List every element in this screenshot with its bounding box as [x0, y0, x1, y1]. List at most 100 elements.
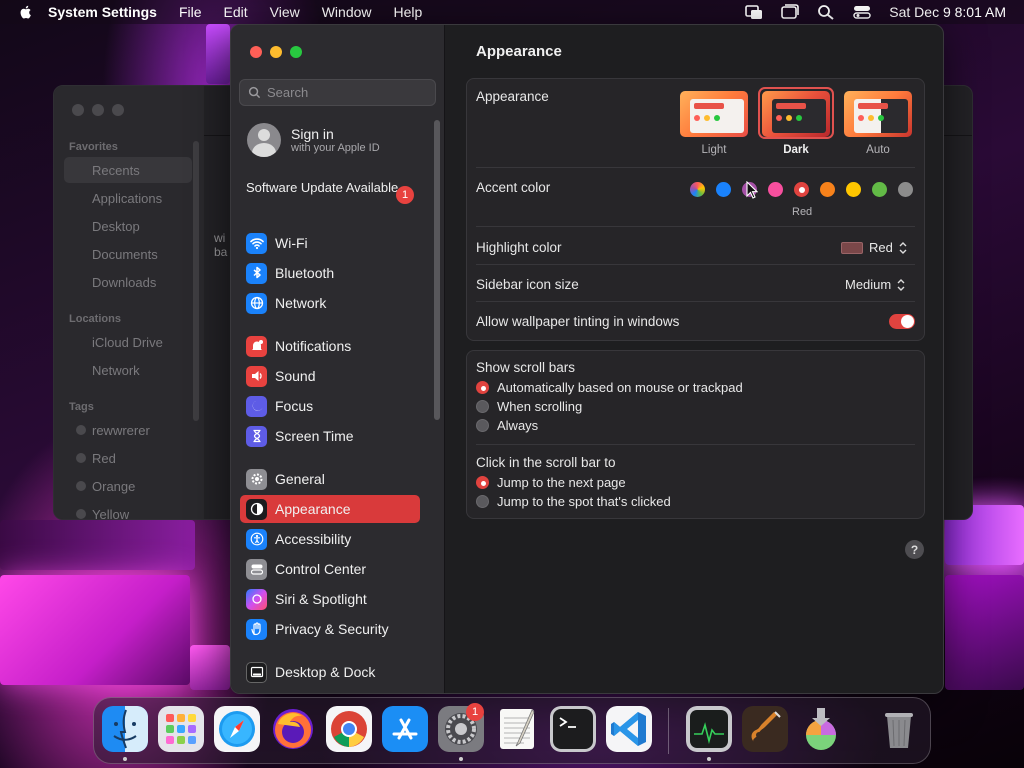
finder-item-label: Documents — [92, 246, 158, 262]
help-button[interactable]: ? — [905, 540, 924, 559]
dock-safari-icon[interactable] — [214, 706, 260, 752]
finder-tag-item[interactable]: Yellow — [64, 501, 192, 520]
software-update-item[interactable]: Software Update Available — [246, 180, 416, 196]
dock-vscode-icon[interactable] — [606, 706, 652, 752]
appearance-light-label: Light — [701, 144, 727, 156]
menu-edit[interactable]: Edit — [224, 4, 248, 20]
appearance-light-option[interactable] — [680, 91, 748, 137]
finder-item-icloud-drive[interactable]: iCloud Drive — [64, 329, 192, 355]
finder-item-network[interactable]: Network — [64, 357, 192, 383]
sidebar-item-bluetooth[interactable]: Bluetooth — [240, 259, 420, 287]
screen-share-icon[interactable] — [745, 4, 763, 20]
appearance-dark-option[interactable] — [762, 91, 830, 137]
finder-sidebar-scrollbar[interactable] — [193, 141, 199, 421]
menu-window[interactable]: Window — [322, 4, 372, 20]
sidebar-item-notifications[interactable]: Notifications — [240, 332, 420, 360]
apple-id-signin[interactable]: Sign in with your Apple ID — [247, 123, 380, 157]
menu-clock[interactable]: Sat Dec 9 8:01 AM — [889, 4, 1006, 20]
sidebar-item-control-center[interactable]: Control Center — [240, 555, 420, 583]
dock-chrome-icon[interactable] — [326, 706, 372, 752]
sidebar-scrollbar[interactable] — [434, 120, 440, 420]
wallpaper-tinting-toggle[interactable] — [889, 314, 915, 329]
finder-item-label: Yellow — [92, 506, 130, 520]
apple-logo-icon[interactable] — [18, 4, 34, 20]
dock-activity-monitor-icon[interactable] — [686, 706, 732, 752]
sidebar-item-sound[interactable]: Sound — [240, 362, 420, 390]
finder-item-recents[interactable]: Recents — [64, 157, 192, 183]
finder-item-label: Desktop — [92, 218, 140, 234]
scroll-bars-option-always[interactable]: Always — [476, 418, 538, 433]
minimize-button[interactable] — [270, 46, 282, 58]
accent-pink-swatch[interactable] — [768, 182, 783, 197]
zoom-button[interactable] — [290, 46, 302, 58]
dock-disk-utility-icon[interactable] — [798, 706, 844, 752]
dock-app-store-icon[interactable] — [382, 706, 428, 752]
accent-orange-swatch[interactable] — [820, 182, 835, 197]
finder-tag-item[interactable]: Orange — [64, 473, 192, 499]
bluetooth-icon — [246, 262, 267, 284]
finder-section-tags: Tags — [69, 401, 94, 413]
sidebar-item-desktop-dock[interactable]: Desktop & Dock — [240, 658, 420, 686]
dock-trash-icon[interactable] — [876, 706, 922, 752]
sidebar-item-privacy-security[interactable]: Privacy & Security — [240, 615, 420, 643]
click-option-next-page[interactable]: Jump to the next page — [476, 475, 626, 490]
appearance-auto-option[interactable] — [844, 91, 912, 137]
dock-finder-icon[interactable] — [102, 706, 148, 752]
spotlight-search-icon[interactable] — [817, 4, 835, 20]
sidebar-item-label: Focus — [275, 398, 314, 414]
accent-red-swatch[interactable] — [794, 182, 809, 197]
sidebar-item-siri-spotlight[interactable]: Siri & Spotlight — [240, 585, 420, 613]
scroll-bars-option-when-scrolling[interactable]: When scrolling — [476, 399, 582, 414]
sidebar-item-label: Wi-Fi — [275, 235, 308, 251]
sidebar-item-screen-time[interactable]: Screen Time — [240, 422, 420, 450]
sidebar-item-general[interactable]: General — [240, 465, 420, 493]
scroll-bars-option-automatic[interactable]: Automatically based on mouse or trackpad — [476, 380, 743, 395]
dock-firefox-icon[interactable] — [270, 706, 316, 752]
highlight-color-popup[interactable]: Red — [841, 240, 908, 255]
finder-item-label: iCloud Drive — [92, 334, 163, 350]
finder-item-applications[interactable]: Applications — [64, 185, 192, 211]
tag-dot-icon — [76, 481, 86, 491]
menu-file[interactable]: File — [179, 4, 202, 20]
accent-multicolor-swatch[interactable] — [690, 182, 705, 197]
finder-item-label: Network — [92, 362, 140, 378]
sidebar-item-focus[interactable]: Focus — [240, 392, 420, 420]
sidebar-item-label: Control Center — [275, 561, 367, 577]
dock-terminal-icon[interactable] — [550, 706, 596, 752]
finder-tag-item[interactable]: Red — [64, 445, 192, 471]
sidebar-item-accessibility[interactable]: Accessibility — [240, 525, 420, 553]
click-option-spot-clicked[interactable]: Jump to the spot that's clicked — [476, 494, 671, 509]
zoom-button[interactable] — [112, 104, 124, 116]
window-switcher-icon[interactable] — [781, 4, 800, 20]
search-input[interactable] — [267, 85, 427, 100]
finder-item-documents[interactable]: Documents — [64, 241, 192, 267]
dock-textedit-icon[interactable] — [494, 706, 540, 752]
preview-bar — [858, 103, 888, 109]
finder-tag-item[interactable]: rewwrerer — [64, 417, 192, 443]
sidebar-item-appearance[interactable]: Appearance — [240, 495, 420, 523]
minimize-button[interactable] — [92, 104, 104, 116]
accent-blue-swatch[interactable] — [716, 182, 731, 197]
dock-launchpad-icon[interactable] — [158, 706, 204, 752]
app-menu-title[interactable]: System Settings — [48, 4, 157, 20]
accent-graphite-swatch[interactable] — [898, 182, 913, 197]
accent-green-swatch[interactable] — [872, 182, 887, 197]
dock-separator — [668, 708, 669, 754]
control-center-icon[interactable] — [853, 4, 872, 20]
sidebar-icon-size-popup[interactable]: Medium — [845, 277, 906, 292]
sidebar-item-label: Privacy & Security — [275, 621, 389, 637]
close-button[interactable] — [250, 46, 262, 58]
accent-yellow-swatch[interactable] — [846, 182, 861, 197]
search-field[interactable] — [239, 79, 436, 106]
finder-item-desktop[interactable]: Desktop — [64, 213, 192, 239]
close-button[interactable] — [72, 104, 84, 116]
finder-item-label: Downloads — [92, 274, 157, 290]
chevron-updown-icon — [897, 278, 905, 291]
menu-help[interactable]: Help — [394, 4, 423, 20]
dock-garageband-icon[interactable] — [742, 706, 788, 752]
menu-view[interactable]: View — [270, 4, 300, 20]
highlight-swatch — [841, 241, 863, 254]
sidebar-item-wifi[interactable]: Wi-Fi — [240, 229, 420, 257]
finder-item-downloads[interactable]: Downloads — [64, 269, 192, 295]
sidebar-item-network[interactable]: Network — [240, 289, 420, 317]
